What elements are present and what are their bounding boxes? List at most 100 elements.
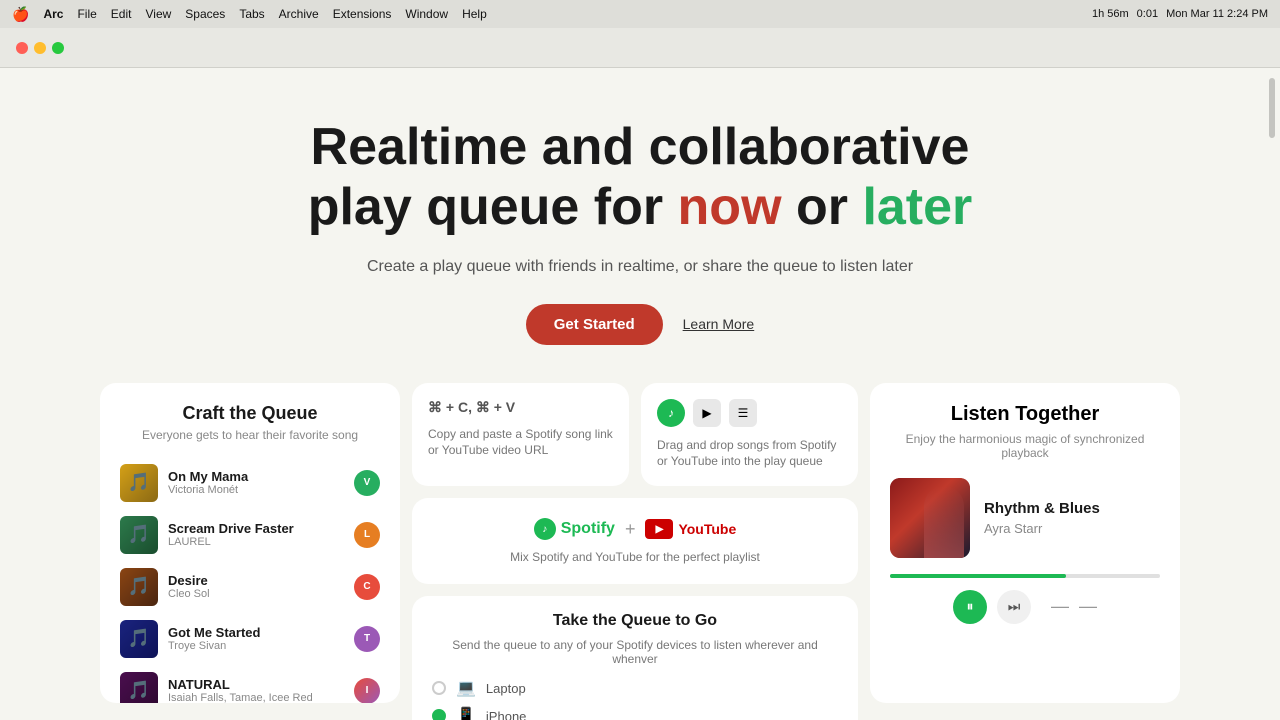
next-button[interactable]: ⏭	[997, 590, 1031, 624]
menubar-volume: 1h 56m	[1092, 8, 1129, 20]
song-artwork-4: 🎵	[120, 620, 158, 658]
scrollbar-thumb[interactable]	[1269, 78, 1275, 138]
listen-together-subtitle: Enjoy the harmonious magic of synchroniz…	[890, 432, 1160, 460]
get-started-button[interactable]: Get Started	[526, 304, 663, 345]
device-radio-iphone[interactable]	[432, 709, 446, 720]
song-info-2: Scream Drive Faster LAUREL	[168, 521, 344, 548]
song-artist-5: Isaiah Falls, Tamae, Icee Red	[168, 692, 344, 703]
menubar-window[interactable]: Window	[405, 7, 448, 21]
spotify-circle-icon: ♪	[534, 518, 556, 540]
device-list: 💻 Laptop 📱 iPhone	[432, 678, 838, 720]
album-art	[890, 478, 970, 558]
device-radio-laptop[interactable]	[432, 681, 446, 695]
track-name: Rhythm & Blues	[984, 500, 1160, 517]
song-info-4: Got Me Started Troye Sivan	[168, 625, 344, 652]
spotify-logo: ♪ Spotify	[534, 518, 615, 540]
song-avatar-4: T	[354, 626, 380, 652]
song-artist-4: Troye Sivan	[168, 640, 344, 652]
hero-title-line1: Realtime and collaborative	[311, 118, 970, 176]
main-content: Realtime and collaborative play queue fo…	[0, 68, 1280, 720]
menubar-edit[interactable]: Edit	[111, 7, 132, 21]
progress-bar-fill	[890, 574, 1066, 578]
middle-cards: ⌘ + C, ⌘ + V Copy and paste a Spotify so…	[412, 383, 858, 720]
song-item-on-my-mama[interactable]: 🎵 On My Mama Victoria Monét V	[116, 458, 384, 508]
hero-title-later: later	[862, 178, 972, 236]
youtube-play-icon: ▶	[645, 519, 673, 539]
close-button[interactable]	[16, 42, 28, 54]
menubar-left: 🍎 Arc File Edit View Spaces Tabs Archive…	[12, 6, 487, 23]
top-middle-row: ⌘ + C, ⌘ + V Copy and paste a Spotify so…	[412, 383, 858, 487]
minimize-button[interactable]	[34, 42, 46, 54]
learn-more-button[interactable]: Learn More	[683, 316, 755, 332]
menubar-help[interactable]: Help	[462, 7, 487, 21]
hero-title-line2-prefix: play queue for	[308, 178, 678, 236]
now-playing: Rhythm & Blues Ayra Starr ⏸ ⏭ — —	[890, 478, 1160, 624]
song-item-desire[interactable]: 🎵 Desire Cleo Sol C	[116, 562, 384, 612]
craft-title: Craft the Queue	[116, 403, 384, 424]
menubar-tabs[interactable]: Tabs	[239, 7, 264, 21]
track-info: Rhythm & Blues Ayra Starr	[984, 500, 1160, 536]
song-artwork-3: 🎵	[120, 568, 158, 606]
menubar-battery-time: 0:01	[1137, 8, 1158, 20]
card-craft-queue: Craft the Queue Everyone gets to hear th…	[100, 383, 400, 703]
close-player-icon[interactable]: —	[1079, 596, 1097, 617]
song-info-1: On My Mama Victoria Monét	[168, 469, 344, 496]
device-laptop[interactable]: 💻 Laptop	[432, 678, 838, 698]
spotify-drag-icon: ♪	[657, 399, 685, 427]
song-item-got-me[interactable]: 🎵 Got Me Started Troye Sivan T	[116, 614, 384, 664]
hero-title: Realtime and collaborative play queue fo…	[100, 118, 1180, 238]
keyboard-shortcut: ⌘ + C, ⌘ + V	[428, 399, 613, 416]
card-take-queue: Take the Queue to Go Send the queue to a…	[412, 596, 858, 720]
menubar-clock: Mon Mar 11 2:24 PM	[1166, 8, 1268, 20]
device-iphone[interactable]: 📱 iPhone	[432, 706, 838, 720]
pause-button[interactable]: ⏸	[953, 590, 987, 624]
hero-subtitle: Create a play queue with friends in real…	[100, 258, 1180, 276]
menubar-archive[interactable]: Archive	[279, 7, 319, 21]
yt-drag-icon: ▶	[693, 399, 721, 427]
progress-bar-container[interactable]	[890, 574, 1160, 578]
plus-icon: +	[625, 519, 636, 540]
menubar-view[interactable]: View	[145, 7, 171, 21]
card-spotify-youtube: ♪ Spotify + ▶ YouTube Mix Spotify and Yo…	[412, 498, 858, 584]
song-info-5: NATURAL Isaiah Falls, Tamae, Icee Red	[168, 677, 344, 703]
listen-together-title: Listen Together	[890, 403, 1160, 426]
song-item-scream[interactable]: 🎵 Scream Drive Faster LAUREL L	[116, 510, 384, 560]
song-artwork-5: 🎵	[120, 672, 158, 703]
song-name-3: Desire	[168, 573, 344, 588]
menubar-extensions[interactable]: Extensions	[333, 7, 392, 21]
traffic-lights	[16, 42, 64, 54]
phone-icon: 📱	[456, 706, 476, 720]
hero-section: Realtime and collaborative play queue fo…	[100, 68, 1180, 375]
device-iphone-label: iPhone	[486, 709, 526, 720]
menubar-app-name[interactable]: Arc	[43, 7, 63, 21]
menubar-right: 1h 56m 0:01 Mon Mar 11 2:24 PM	[1092, 8, 1268, 20]
menubar-file[interactable]: File	[77, 7, 96, 21]
song-artist-3: Cleo Sol	[168, 588, 344, 600]
song-artist-1: Victoria Monét	[168, 484, 344, 496]
drag-desc: Drag and drop songs from Spotify or YouT…	[657, 437, 842, 471]
spotify-yt-desc: Mix Spotify and YouTube for the perfect …	[510, 550, 760, 564]
song-name-2: Scream Drive Faster	[168, 521, 344, 536]
card-drag: ♪ ▶ ☰ Drag and drop songs from Spotify o…	[641, 383, 858, 487]
drag-icons: ♪ ▶ ☰	[657, 399, 842, 427]
song-avatar-5: I	[354, 678, 380, 703]
track-artist: Ayra Starr	[984, 521, 1160, 536]
laptop-icon: 💻	[456, 678, 476, 698]
menubar: 🍎 Arc File Edit View Spaces Tabs Archive…	[0, 0, 1280, 28]
keyboard-desc: Copy and paste a Spotify song link or Yo…	[428, 426, 613, 460]
player-controls: ⏸ ⏭ — —	[953, 590, 1097, 624]
song-name-4: Got Me Started	[168, 625, 344, 640]
song-artwork-1: 🎵	[120, 464, 158, 502]
scrollbar[interactable]	[1268, 68, 1276, 720]
youtube-label: YouTube	[678, 521, 736, 537]
youtube-logo: ▶ YouTube	[645, 519, 736, 539]
song-item-natural[interactable]: 🎵 NATURAL Isaiah Falls, Tamae, Icee Red …	[116, 666, 384, 703]
hero-title-now: now	[678, 178, 782, 236]
apple-logo-icon[interactable]: 🍎	[12, 6, 29, 23]
song-artwork-2: 🎵	[120, 516, 158, 554]
menubar-spaces[interactable]: Spaces	[185, 7, 225, 21]
minimize-icon[interactable]: —	[1051, 596, 1069, 617]
take-queue-desc: Send the queue to any of your Spotify de…	[432, 638, 838, 666]
spotify-label: Spotify	[561, 520, 615, 538]
maximize-button[interactable]	[52, 42, 64, 54]
